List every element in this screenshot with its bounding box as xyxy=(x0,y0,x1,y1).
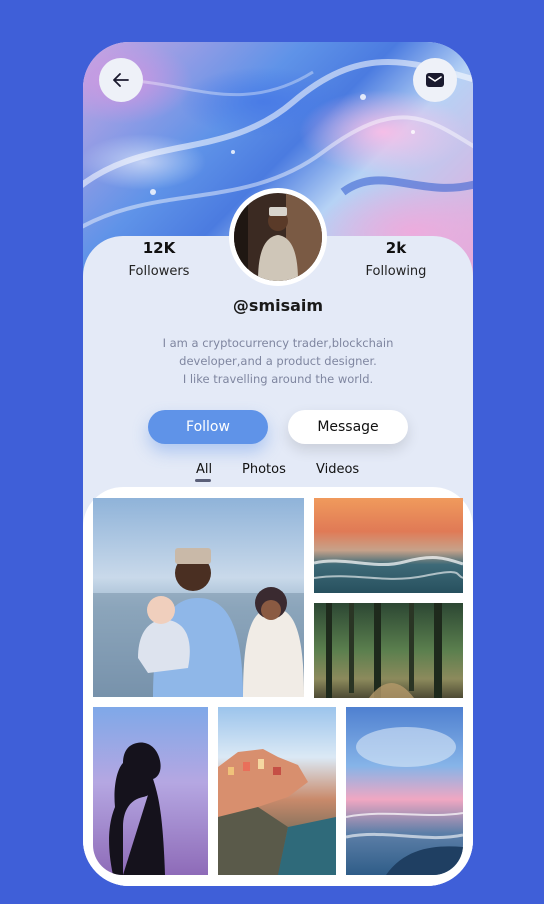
gallery-photo-sunset[interactable] xyxy=(314,498,463,593)
gallery-photo-beach[interactable] xyxy=(346,707,463,875)
bio: I am a cryptocurrency trader,blockchain … xyxy=(128,334,428,388)
photo-gallery xyxy=(83,487,473,886)
forest-photo-art xyxy=(326,603,442,698)
bio-line: developer,and a product designer. xyxy=(179,354,377,368)
follow-button[interactable]: Follow xyxy=(148,410,268,444)
mail-button[interactable] xyxy=(413,58,457,102)
bio-line: I am a cryptocurrency trader,blockchain xyxy=(162,336,394,350)
back-button[interactable] xyxy=(99,58,143,102)
cliffs-photo-art xyxy=(218,749,336,875)
phone-frame: 12K Followers 2k Following @smisaim I am… xyxy=(83,42,473,886)
following-label: Following xyxy=(365,264,427,279)
followers-stat[interactable]: 12K Followers xyxy=(104,238,214,282)
tab-videos[interactable]: Videos xyxy=(316,462,359,477)
gallery-photo-silhouette[interactable] xyxy=(93,707,208,875)
gallery-photo-forest[interactable] xyxy=(314,603,463,698)
gallery-photo-family[interactable] xyxy=(93,498,304,697)
avatar[interactable] xyxy=(229,188,327,286)
active-tab-indicator xyxy=(195,479,211,482)
followers-label: Followers xyxy=(128,264,190,279)
bio-line: I like travelling around the world. xyxy=(182,372,374,386)
following-stat[interactable]: 2k Following xyxy=(341,238,451,282)
username: @smisaim xyxy=(232,296,324,315)
mail-icon xyxy=(426,73,444,87)
beach-photo-art xyxy=(346,727,463,875)
tab-all[interactable]: All xyxy=(196,462,212,477)
sunset-photo-art xyxy=(314,556,463,580)
followers-count: 12K xyxy=(142,239,176,257)
avatar-photo xyxy=(234,193,322,281)
silhouette-photo-art xyxy=(109,742,165,875)
following-count: 2k xyxy=(385,239,407,257)
message-button[interactable]: Message xyxy=(288,410,408,444)
media-tabs: All Photos Videos xyxy=(83,462,473,488)
arrow-left-icon xyxy=(113,73,129,87)
tab-photos[interactable]: Photos xyxy=(242,462,286,477)
family-photo-art xyxy=(93,548,304,697)
gallery-photo-cliffs[interactable] xyxy=(218,707,336,875)
